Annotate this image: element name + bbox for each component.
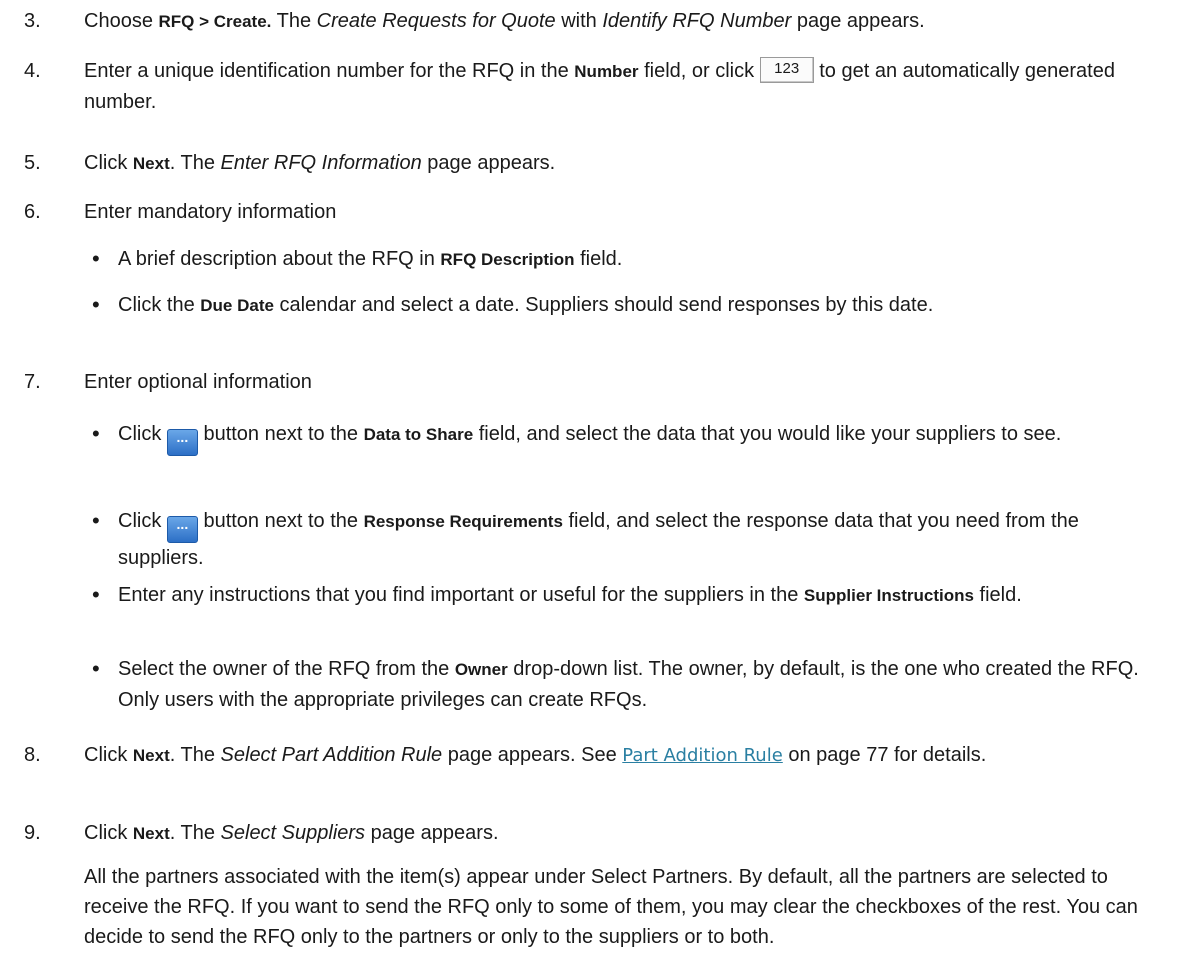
- text-run: Click: [84, 152, 133, 174]
- text-run: Select the owner of the RFQ from the: [118, 658, 455, 680]
- bullet-text: Click ... button next to the Data to Sha…: [118, 419, 1148, 456]
- field-name: Number: [574, 62, 639, 81]
- text-run: Enter a unique identification number for…: [84, 60, 575, 82]
- step-text: Click Next. The Select Suppliers page ap…: [84, 818, 1164, 849]
- bullet-text: Enter any instructions that you find imp…: [118, 580, 1148, 611]
- field-name: Data to Share: [363, 425, 474, 444]
- step-number: 5.: [24, 152, 41, 174]
- text-run: Click: [118, 510, 167, 532]
- text-run: Enter any instructions that you find imp…: [118, 584, 804, 606]
- bullet-icon: •: [92, 582, 100, 607]
- step-text: Click Next. The Enter RFQ Information pa…: [84, 148, 1164, 179]
- text-run: Click: [84, 822, 133, 844]
- part-addition-rule-link[interactable]: Part Addition Rule: [622, 745, 783, 766]
- step-number: 6.: [24, 201, 41, 223]
- step-number: 9.: [24, 822, 41, 844]
- bullet-icon: •: [92, 292, 100, 317]
- page-name: Select Part Addition Rule: [220, 744, 443, 766]
- text-run: page appears.: [421, 152, 556, 174]
- text-run: field.: [574, 248, 623, 270]
- field-name: Owner: [454, 660, 508, 679]
- text-run: . The: [169, 152, 221, 174]
- step-number: 3.: [24, 10, 41, 32]
- ellipsis-button-icon[interactable]: ...: [166, 429, 198, 456]
- page-name: Enter RFQ Information: [220, 152, 422, 174]
- bullet-text: Click the Due Date calendar and select a…: [118, 290, 1148, 321]
- bullet-text: Click ... button next to the Response Re…: [118, 506, 1148, 573]
- button-name: Next: [132, 154, 170, 173]
- step-text: Choose RFQ > Create. The Create Requests…: [84, 6, 1164, 37]
- button-name: Next: [132, 824, 170, 843]
- page-name: Identify RFQ Number: [602, 10, 792, 32]
- bullet-text: A brief description about the RFQ in RFQ…: [118, 244, 1148, 275]
- text-run: . The: [169, 744, 221, 766]
- text-run: field, and select the data that you woul…: [473, 423, 1062, 445]
- text-run: The: [271, 10, 317, 32]
- page-name: Select Suppliers: [220, 822, 366, 844]
- text-run: with: [555, 10, 603, 32]
- text-run: page appears.: [791, 10, 925, 32]
- text-run: Click: [118, 423, 167, 445]
- text-run: Click: [84, 744, 133, 766]
- text-run: calendar and select a date. Suppliers sh…: [273, 294, 934, 316]
- field-name: Supplier Instructions: [803, 586, 974, 605]
- text-run: Choose: [84, 10, 159, 32]
- autonumber-button[interactable]: 123: [759, 57, 814, 83]
- step-text: Enter mandatory information: [84, 201, 337, 223]
- text-run: page appears.: [365, 822, 499, 844]
- text-run: button next to the: [197, 423, 364, 445]
- menu-path: RFQ > Create.: [158, 12, 272, 31]
- step-text: Enter optional information: [84, 371, 312, 393]
- document-page: 3. Choose RFQ > Create. The Create Reque…: [0, 0, 1184, 967]
- field-name: RFQ Description: [440, 250, 575, 269]
- field-name: Due Date: [200, 296, 274, 315]
- text-run: A brief description about the RFQ in: [118, 248, 441, 270]
- step-text: Enter a unique identification number for…: [84, 56, 1164, 117]
- bullet-icon: •: [92, 421, 100, 446]
- page-name: Create Requests for Quote: [316, 10, 556, 32]
- text-run: on page 77 for details.: [782, 744, 987, 766]
- text-run: field.: [973, 584, 1022, 606]
- field-name: Response Requirements: [363, 512, 563, 531]
- text-run: Click the: [118, 294, 201, 316]
- body-paragraph: All the partners associated with the ite…: [84, 866, 1138, 948]
- text-run: page appears. See: [442, 744, 623, 766]
- bullet-text: Select the owner of the RFQ from the Own…: [118, 654, 1148, 715]
- bullet-icon: •: [92, 246, 100, 271]
- text-run: button next to the: [197, 510, 364, 532]
- text-run: field, or click: [638, 60, 760, 82]
- ellipsis-button-icon[interactable]: ...: [166, 516, 198, 543]
- button-name: Next: [132, 746, 170, 765]
- step-text: Click Next. The Select Part Addition Rul…: [84, 740, 1164, 771]
- step-number: 4.: [24, 60, 41, 82]
- bullet-icon: •: [92, 656, 100, 681]
- step-number: 7.: [24, 371, 41, 393]
- bullet-icon: •: [92, 508, 100, 533]
- step-number: 8.: [24, 744, 41, 766]
- text-run: . The: [169, 822, 221, 844]
